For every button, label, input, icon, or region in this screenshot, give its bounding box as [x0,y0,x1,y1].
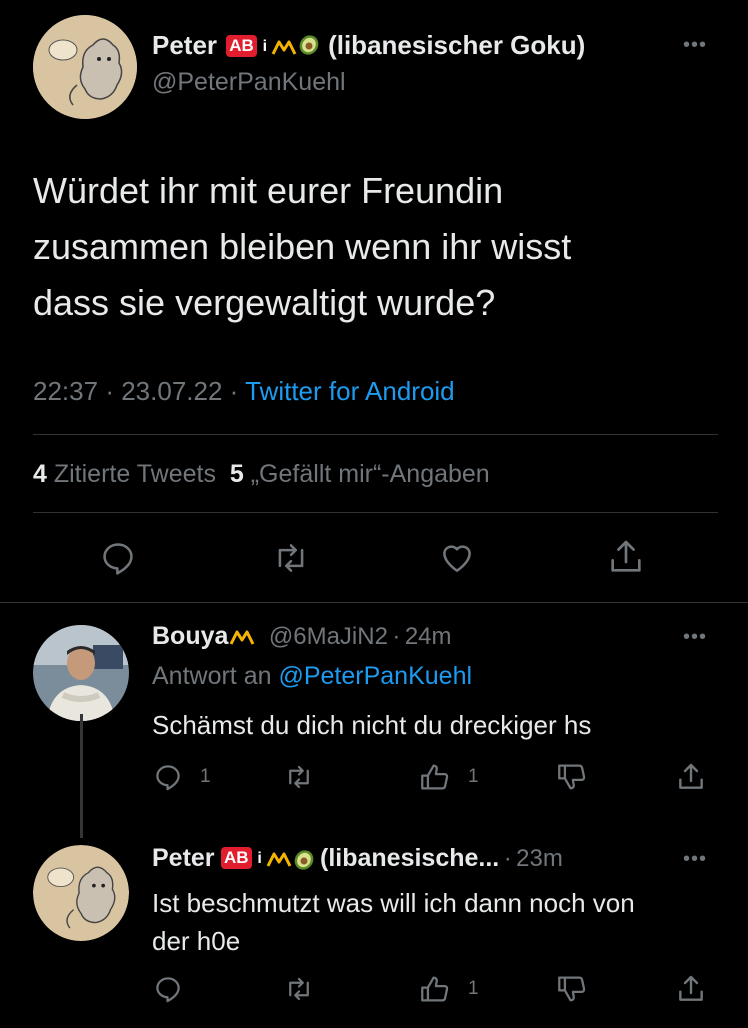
reply-icon[interactable] [153,762,183,792]
info-letter-icon: i [257,850,262,867]
tweet-source-link[interactable]: Twitter for Android [245,376,455,406]
share-icon[interactable] [675,760,707,794]
reply-age[interactable]: 24m [405,623,452,650]
reply2-header: Peter AB i (libanesische... · 23m [152,844,563,876]
tweet-text: Würdet ihr mit eurer Freundin zusammen b… [33,163,571,331]
more-options-icon[interactable]: ••• [683,34,707,57]
avocado-icon [297,32,321,63]
meta-separator: · [392,623,401,650]
meta-separator: · [503,845,512,872]
main-author-line[interactable]: Peter AB i (libanesischer Goku) [152,30,585,63]
divider [33,512,718,513]
more-options-icon[interactable]: ••• [683,626,707,649]
crown-icon [228,628,256,651]
author-display-name: Peter [152,30,218,60]
avatar-photo-icon [33,625,129,721]
downvote-icon[interactable] [555,760,589,794]
author-handle[interactable]: @PeterPanKuehl [152,68,346,97]
divider [33,434,718,435]
tweet-time[interactable]: 22:37 [33,376,98,406]
quote-count: 4 [33,460,47,488]
retweet-icon[interactable] [271,539,311,577]
quote-label: Zitierte Tweets [53,460,216,488]
downvote-icon[interactable] [555,972,589,1006]
info-letter-icon: i [262,38,268,55]
more-options-icon[interactable]: ••• [683,848,707,871]
avocado-icon [292,847,316,876]
like-count: 5 [229,460,244,488]
reply-text: Schämst du dich nicht du dreckiger hs [152,710,592,740]
reply-author-handle[interactable]: @6MaJiN2 [269,623,388,650]
reply-text-line: der h0e [152,926,241,956]
reply-text-line: Ist beschmutzt was will ich dann noch vo… [152,888,635,918]
reply1-header: Bouya @6MaJiN2 · 24m [152,622,452,651]
like-label: „Gefällt mir“-Angaben [250,460,490,488]
meta-separator: · [105,376,114,406]
avatar-illustration-icon [33,15,137,119]
reply-icon[interactable] [99,539,137,577]
replying-to-label: Antwort an [152,662,272,690]
replying-to-handle[interactable]: @PeterPanKuehl [278,662,472,690]
avatar-illustration-icon [33,845,129,941]
avatar-bouya[interactable] [33,625,129,721]
meta-separator: · [229,376,239,406]
crown-icon [266,850,292,873]
reply-author-name[interactable]: Bouya [152,622,228,650]
retweet-icon[interactable] [283,762,315,792]
replying-to: Antwort an @PeterPanKuehl [152,662,472,691]
thread-line [80,714,83,838]
upvote-count: 1 [468,766,479,787]
tweet-date[interactable]: 23.07.22 [121,376,222,406]
reply-author-suffix: (libanesische... [320,844,500,872]
like-icon[interactable] [437,539,477,577]
reply-age[interactable]: 23m [516,845,563,872]
retweet-icon[interactable] [283,974,315,1004]
tweet-meta: 22:37 · 23.07.22 · Twitter for Android [33,376,455,407]
likes-stat[interactable]: 5 „Gefällt mir“-Angaben [230,460,490,488]
quote-tweets-stat[interactable]: 4 Zitierte Tweets [33,460,216,488]
avatar-peter[interactable] [33,845,129,941]
share-icon[interactable] [675,972,707,1006]
upvote-icon[interactable] [418,760,452,794]
reply-count: 1 [200,766,211,787]
reply-text: Ist beschmutzt was will ich dann noch vo… [152,884,635,960]
tweet-stats: 4 Zitierte Tweets 5 „Gefällt mir“-Angabe… [33,460,490,489]
ab-badge-icon: AB [226,35,257,57]
upvote-icon[interactable] [418,972,452,1006]
avatar-peter[interactable] [33,15,137,119]
reply-author-name[interactable]: Peter [152,844,215,872]
tweet-text-line: zusammen bleiben wenn ihr wisst [33,226,572,267]
crown-icon [271,32,297,63]
tweet-text-line: dass sie vergewaltigt wurde? [33,282,496,323]
tweet-text-line: Würdet ihr mit eurer Freundin [33,170,504,211]
upvote-count: 1 [468,978,479,999]
share-icon[interactable] [606,537,646,577]
reply-icon[interactable] [153,974,183,1004]
ab-badge-icon: AB [221,847,252,869]
author-name-suffix: (libanesischer Goku) [328,30,586,60]
divider [0,602,748,603]
